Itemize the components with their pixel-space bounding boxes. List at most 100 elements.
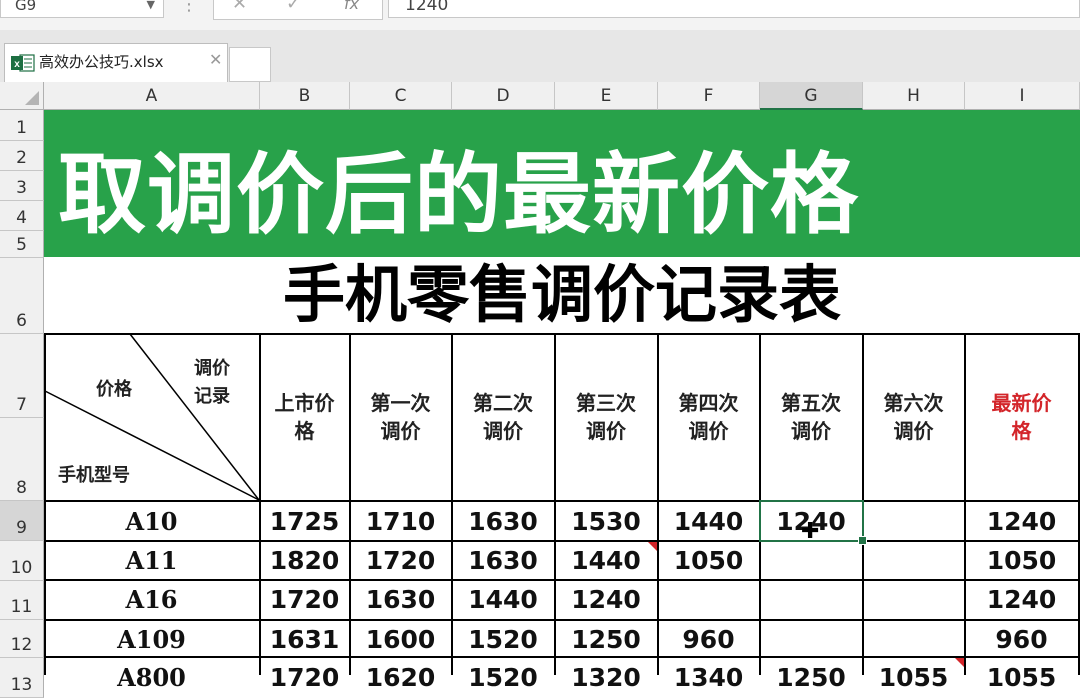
- formula-bar: G9 ▼ ⋮ ✕ ✓ fx 1240: [0, 0, 1080, 31]
- cell-price[interactable]: 1250: [760, 658, 862, 696]
- column-header-h[interactable]: H: [863, 82, 965, 110]
- column-header-i[interactable]: I: [965, 82, 1080, 110]
- cell-price[interactable]: 1250: [555, 620, 657, 658]
- column-header-a[interactable]: A: [44, 82, 260, 110]
- column-header-d[interactable]: D: [452, 82, 555, 110]
- cell-price[interactable]: 1630: [452, 541, 554, 579]
- cell-price[interactable]: [658, 580, 759, 618]
- cell-price[interactable]: 1240: [555, 580, 657, 618]
- row-header-2[interactable]: 2: [0, 141, 44, 171]
- cell-price[interactable]: 1340: [658, 658, 759, 696]
- cell-price[interactable]: [863, 620, 964, 658]
- header-launch-price[interactable]: 上市价 格: [260, 333, 349, 500]
- header-adjust-3[interactable]: 第三次 调价: [555, 333, 657, 500]
- row-header-8[interactable]: 8: [0, 418, 44, 501]
- cell-cursor-icon: ✚: [801, 519, 820, 544]
- cell-price[interactable]: 1440: [452, 580, 554, 618]
- header-adjust-4[interactable]: 第四次 调价: [658, 333, 759, 500]
- row-header-7[interactable]: 7: [0, 334, 44, 418]
- row-header-1[interactable]: 1: [0, 110, 44, 141]
- column-header-c[interactable]: C: [350, 82, 452, 110]
- workbook-tab-label: 高效办公技巧.xlsx: [39, 53, 164, 71]
- workbook-tab[interactable]: x 高效办公技巧.xlsx ✕: [4, 43, 228, 82]
- cell-price[interactable]: 1620: [350, 658, 451, 696]
- new-tab-button[interactable]: [229, 47, 271, 82]
- row-header-9[interactable]: 9: [0, 501, 44, 541]
- chevron-down-icon[interactable]: ▼: [147, 0, 155, 19]
- cell-price[interactable]: 1630: [350, 580, 451, 618]
- cell-model[interactable]: A10: [44, 502, 259, 540]
- cell-price[interactable]: 1720: [260, 658, 349, 696]
- confirm-icon[interactable]: ✓: [286, 0, 301, 14]
- cell-model[interactable]: A16: [44, 580, 259, 618]
- row-header-12[interactable]: 12: [0, 620, 44, 658]
- cell-price[interactable]: 1725: [260, 502, 349, 540]
- cell-latest-price[interactable]: 1240: [965, 502, 1078, 540]
- diag-label-price: 价格: [96, 379, 132, 400]
- function-icon[interactable]: fx: [344, 0, 359, 13]
- cell-price[interactable]: 1520: [452, 658, 554, 696]
- row-header-4[interactable]: 4: [0, 201, 44, 231]
- row-header-13[interactable]: 13: [0, 658, 44, 698]
- row-header-10[interactable]: 10: [0, 541, 44, 581]
- formula-input[interactable]: 1240: [388, 0, 1080, 18]
- cell-price[interactable]: 1820: [260, 541, 349, 579]
- cell-latest-price[interactable]: 960: [965, 620, 1078, 658]
- cancel-icon[interactable]: ✕: [232, 0, 247, 14]
- cell-price[interactable]: 1600: [350, 620, 451, 658]
- cell-price[interactable]: 1720: [350, 541, 451, 579]
- cell-price[interactable]: 1710: [350, 502, 451, 540]
- header-adjust-2[interactable]: 第二次 调价: [452, 333, 554, 500]
- close-icon[interactable]: ✕: [209, 50, 222, 69]
- name-box[interactable]: G9 ▼: [0, 0, 164, 18]
- cell-price[interactable]: [760, 620, 862, 658]
- row-number: 4: [16, 208, 27, 228]
- cell-price[interactable]: 1440: [658, 502, 759, 540]
- cell-price[interactable]: 1631: [260, 620, 349, 658]
- row-header-6[interactable]: 6: [0, 258, 44, 334]
- cell-model[interactable]: A11: [44, 541, 259, 579]
- diag-label-model: 手机型号: [58, 465, 130, 486]
- cell-price[interactable]: 1530: [555, 502, 657, 540]
- row-header-11[interactable]: 11: [0, 581, 44, 620]
- cell-price[interactable]: 1050: [658, 541, 759, 579]
- row-header-5[interactable]: 5: [0, 231, 44, 258]
- cell-latest-price[interactable]: 1240: [965, 580, 1078, 618]
- row-number: 2: [16, 148, 27, 168]
- price-table: 调价 记录 价格 手机型号 上市价 格 第一次 调价 第二次 调价 第三次 调价…: [44, 333, 1080, 692]
- column-header-e[interactable]: E: [555, 82, 658, 110]
- cell-latest-price[interactable]: 1055: [965, 658, 1078, 696]
- row-header-3[interactable]: 3: [0, 171, 44, 201]
- comment-indicator-icon: [648, 542, 657, 551]
- cell-price[interactable]: 1520: [452, 620, 554, 658]
- header-adjust-5[interactable]: 第五次 调价: [760, 333, 862, 500]
- header-adjust-6[interactable]: 第六次 调价: [863, 333, 964, 500]
- row-number: 12: [10, 635, 33, 655]
- column-header-f[interactable]: F: [658, 82, 760, 110]
- cell-price[interactable]: [863, 502, 964, 540]
- formula-buttons: ✕ ✓ fx: [213, 0, 383, 20]
- cell-price[interactable]: 1440: [555, 541, 657, 579]
- cell-price[interactable]: [760, 580, 862, 618]
- cell-model[interactable]: A109: [44, 620, 259, 658]
- column-header-g[interactable]: G: [760, 82, 863, 110]
- header-latest-price[interactable]: 最新价 格: [965, 333, 1078, 500]
- cell-price[interactable]: [863, 541, 964, 579]
- cell-price[interactable]: 1630: [452, 502, 554, 540]
- cell-price[interactable]: [863, 580, 964, 618]
- cell-price[interactable]: 1320: [555, 658, 657, 696]
- cell-price[interactable]: 960: [658, 620, 759, 658]
- cell-model[interactable]: A800: [44, 658, 259, 696]
- title-banner[interactable]: 取调价后的最新价格: [44, 110, 1080, 257]
- row-number: 13: [10, 675, 33, 695]
- header-adjust-1[interactable]: 第一次 调价: [350, 333, 451, 500]
- cell-price[interactable]: 1055: [863, 658, 964, 696]
- cell-latest-price[interactable]: 1050: [965, 541, 1078, 579]
- column-header-b[interactable]: B: [260, 82, 350, 110]
- row-number: 9: [16, 518, 27, 538]
- sheet-title[interactable]: 手机零售调价记录表: [44, 257, 1080, 333]
- cell-price[interactable]: [760, 541, 862, 579]
- select-all-corner[interactable]: [0, 82, 44, 110]
- fill-handle[interactable]: [858, 536, 867, 545]
- cell-price[interactable]: 1720: [260, 580, 349, 618]
